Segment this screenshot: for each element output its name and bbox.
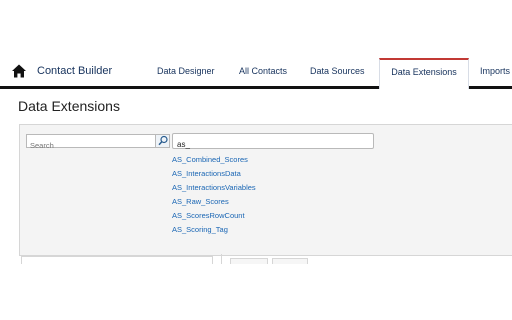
search-icon: [158, 135, 168, 146]
panel-divider[interactable]: [221, 254, 222, 264]
search-input[interactable]: [27, 139, 156, 152]
top-navigation: Contact Builder Data Designer All Contac…: [0, 58, 512, 89]
suggestion-item[interactable]: AS_Raw_Scores: [172, 195, 256, 209]
folder-tree-panel: [21, 256, 213, 264]
tab-data-sources[interactable]: Data Sources: [310, 58, 365, 86]
home-icon[interactable]: [11, 63, 27, 79]
suggestion-item[interactable]: AS_ScoresRowCount: [172, 209, 256, 223]
app-title[interactable]: Contact Builder: [37, 65, 112, 77]
suggestion-item[interactable]: AS_InteractionsData: [172, 167, 256, 181]
suggestion-item[interactable]: AS_InteractionsVariables: [172, 181, 256, 195]
tab-all-contacts[interactable]: All Contacts: [239, 58, 287, 86]
toolbar-button[interactable]: [230, 258, 268, 264]
query-input[interactable]: [173, 137, 373, 152]
toolbar-button[interactable]: [272, 258, 308, 264]
tab-imports[interactable]: Imports: [480, 58, 510, 86]
tab-data-designer[interactable]: Data Designer: [157, 58, 215, 86]
page-title: Data Extensions: [18, 98, 120, 114]
suggestion-list: AS_Combined_Scores AS_InteractionsData A…: [172, 153, 256, 237]
suggestion-item[interactable]: AS_Scoring_Tag: [172, 223, 256, 237]
search-field: [26, 134, 170, 152]
search-button[interactable]: [155, 135, 169, 147]
tab-data-extensions[interactable]: Data Extensions: [379, 58, 469, 89]
suggestion-item[interactable]: AS_Combined_Scores: [172, 153, 256, 167]
query-field: [172, 133, 374, 152]
